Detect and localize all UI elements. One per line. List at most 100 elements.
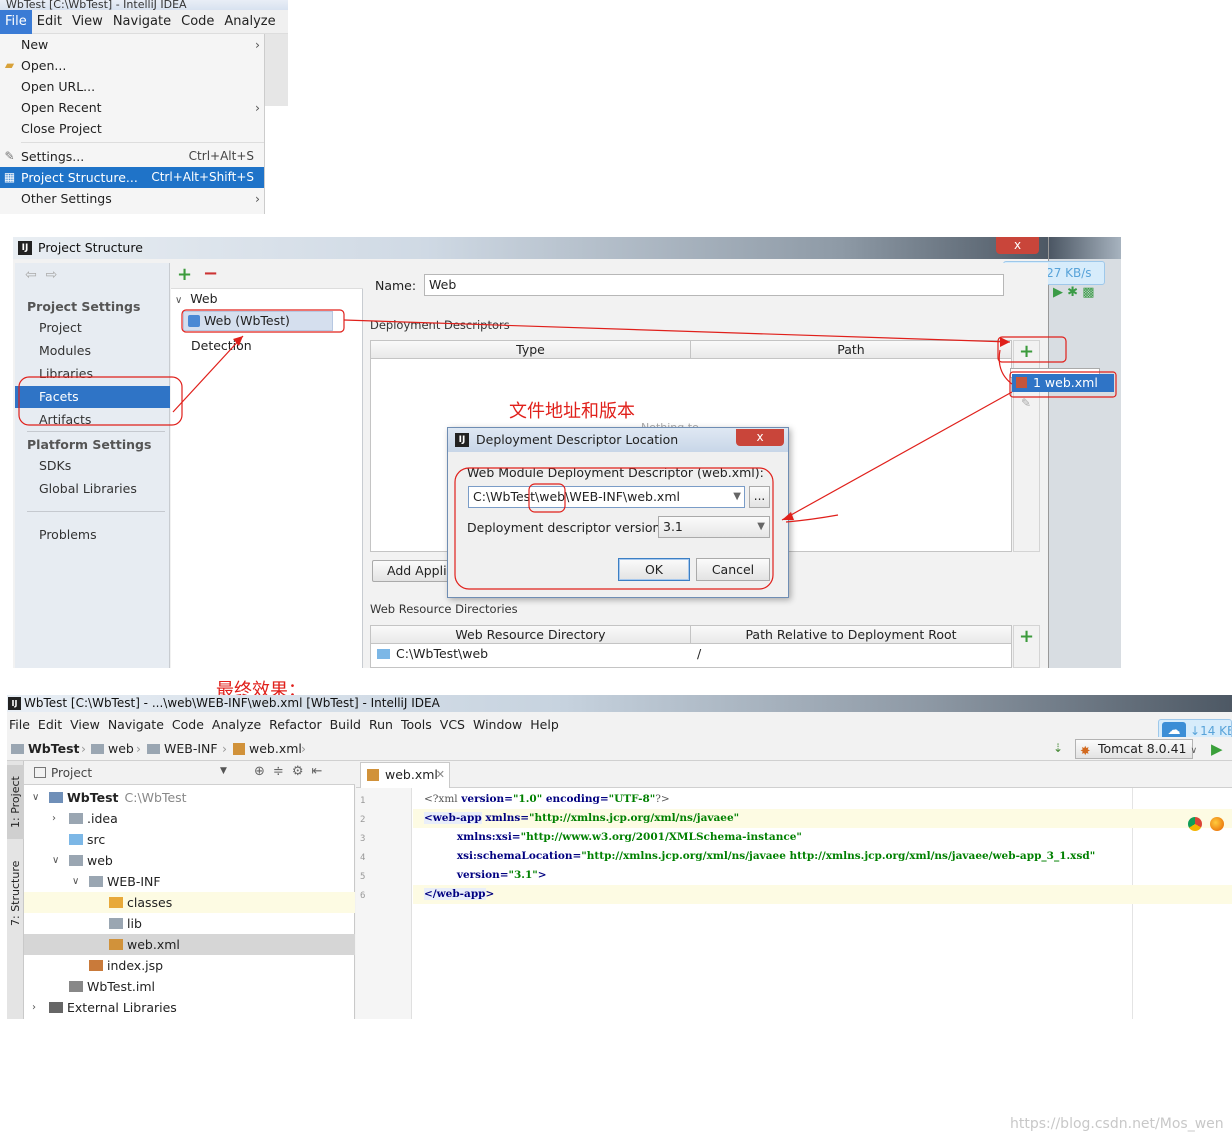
menu-build[interactable]: Build	[328, 712, 367, 737]
menu-item-other-settings[interactable]: Other Settings ›	[0, 188, 264, 209]
chevron-down-icon[interactable]: ∨	[32, 787, 39, 808]
nav-item-problems[interactable]: Problems	[15, 524, 170, 546]
popup-item-web-xml[interactable]: 1 web.xml	[1012, 374, 1114, 392]
col-web-resource-directory[interactable]: Web Resource Directory	[371, 626, 691, 644]
menu-tools[interactable]: Tools	[399, 712, 438, 737]
code-line[interactable]: </web-app>	[413, 885, 1232, 904]
cancel-button[interactable]: Cancel	[696, 558, 770, 581]
code-line[interactable]: version="3.1">	[413, 866, 1232, 885]
breadcrumb-web-xml[interactable]: web.xml	[233, 741, 302, 756]
nav-item-modules[interactable]: Modules	[15, 340, 170, 362]
chevron-right-icon[interactable]: ›	[32, 997, 36, 1018]
tool-tab-project[interactable]: 1: Project	[7, 765, 24, 839]
close-button[interactable]: x	[996, 237, 1039, 254]
tree-item[interactable]: ∨ WEB-INF	[24, 871, 355, 892]
run-icon[interactable]: ▶	[1211, 740, 1223, 758]
web-resource-dirs-table[interactable]: Web Resource Directory Path Relative to …	[370, 625, 1012, 668]
menu-file[interactable]: File	[7, 712, 36, 737]
tree-item[interactable]: classes	[24, 892, 355, 913]
debug-icon[interactable]: ✱	[1067, 285, 1078, 300]
facet-tree-root[interactable]: ∨ Web	[175, 291, 218, 306]
menu-navigate[interactable]: Navigate	[108, 10, 176, 34]
nav-item-artifacts[interactable]: Artifacts	[15, 409, 170, 431]
menu-item-new[interactable]: New ›	[0, 34, 264, 55]
chevron-down-icon[interactable]: ▼	[733, 487, 741, 507]
col-type[interactable]: Type	[371, 341, 691, 359]
chrome-icon[interactable]	[1188, 817, 1202, 831]
collapse-icon[interactable]: ≑	[273, 764, 292, 779]
menu-navigate[interactable]: Navigate	[106, 712, 170, 737]
menu-item-open-url[interactable]: Open URL...	[0, 76, 264, 97]
menu-refactor[interactable]: Refactor	[267, 712, 327, 737]
chevron-right-icon[interactable]: ›	[52, 808, 56, 829]
coverage-icon[interactable]: ▩	[1082, 285, 1094, 300]
tree-item[interactable]: ∨ WbTest C:\WbTest	[24, 787, 355, 808]
name-field[interactable]: Web	[424, 274, 1004, 296]
menu-code[interactable]: Code	[170, 712, 210, 737]
tree-item[interactable]: WbTest.iml	[24, 976, 355, 997]
tree-item[interactable]: src	[24, 829, 355, 850]
editor-tab-web-xml[interactable]: web.xml ✕	[360, 762, 450, 788]
edit-icon[interactable]: ✎	[1021, 396, 1031, 410]
nav-item-global-libraries[interactable]: Global Libraries	[15, 478, 170, 500]
chevron-down-icon[interactable]: ▼	[220, 766, 227, 776]
nav-item-sdks[interactable]: SDKs	[15, 455, 170, 477]
menu-vcs[interactable]: VCS	[438, 712, 471, 737]
remove-icon[interactable]: −	[203, 263, 218, 284]
menu-edit[interactable]: Edit	[32, 10, 67, 34]
menu-analyze[interactable]: Analyze	[219, 10, 280, 34]
add-descriptor-icon[interactable]: +	[1019, 341, 1034, 362]
sort-icon[interactable]: ⇣	[1053, 741, 1063, 755]
table-row[interactable]: C:\WbTest\web /	[371, 645, 1011, 663]
menu-run[interactable]: Run	[367, 712, 399, 737]
code-line[interactable]: <?xml version="1.0" encoding="UTF-8"?>	[413, 790, 1232, 809]
browse-button[interactable]: ...	[749, 486, 770, 508]
col-path[interactable]: Path	[691, 341, 1011, 359]
menu-item-open-recent[interactable]: Open Recent ›	[0, 97, 264, 118]
chevron-down-icon[interactable]: ∨	[52, 850, 59, 871]
menu-file[interactable]: File	[0, 10, 32, 34]
forward-arrow-icon[interactable]: ⇨	[46, 267, 58, 283]
close-icon[interactable]: ✕	[436, 763, 445, 787]
nav-item-project[interactable]: Project	[15, 317, 170, 339]
code-line[interactable]: xsi:schemaLocation="http://xmlns.jcp.org…	[413, 847, 1232, 866]
code-line[interactable]: <web-app xmlns="http://xmlns.jcp.org/xml…	[413, 809, 1232, 828]
tree-item[interactable]: web.xml	[24, 934, 355, 955]
menu-view[interactable]: View	[68, 712, 106, 737]
add-icon[interactable]: +	[177, 264, 192, 285]
firefox-icon[interactable]	[1210, 817, 1224, 831]
menu-item-close-project[interactable]: Close Project	[0, 118, 264, 139]
run-icon[interactable]: ▶	[1053, 285, 1063, 300]
menu-item-open[interactable]: ▰ Open...	[0, 55, 264, 76]
facet-web-wbtest[interactable]: Web (WbTest)	[183, 311, 333, 331]
col-path-relative[interactable]: Path Relative to Deployment Root	[691, 626, 1011, 644]
tree-item[interactable]: › External Libraries	[24, 997, 355, 1018]
menu-item-project-structure[interactable]: ▦ Project Structure... Ctrl+Alt+Shift+S	[0, 167, 264, 188]
menu-analyze[interactable]: Analyze	[210, 712, 267, 737]
back-arrow-icon[interactable]: ⇦	[25, 267, 37, 283]
breadcrumb-web[interactable]: web	[91, 741, 134, 756]
breadcrumb-wbtest[interactable]: WbTest	[11, 741, 80, 756]
nav-item-libraries[interactable]: Libraries	[15, 363, 170, 385]
code-line[interactable]: xmlns:xsi="http://www.w3.org/2001/XMLSch…	[413, 828, 1232, 847]
tree-item[interactable]: index.jsp	[24, 955, 355, 976]
menu-edit[interactable]: Edit	[36, 712, 68, 737]
menu-view[interactable]: View	[67, 10, 108, 34]
ok-button[interactable]: OK	[618, 558, 690, 581]
menu-window[interactable]: Window	[471, 712, 528, 737]
tool-tab-structure[interactable]: 7: Structure	[7, 853, 24, 933]
chevron-down-icon[interactable]: ∨	[72, 871, 79, 892]
project-view-label[interactable]: Project	[51, 766, 92, 780]
nav-item-facets[interactable]: Facets	[15, 386, 170, 408]
menu-item-settings[interactable]: ✎ Settings... Ctrl+Alt+S	[0, 146, 264, 167]
run-configuration-select[interactable]: ✸ Tomcat 8.0.41 ∨	[1075, 739, 1197, 759]
detection-item[interactable]: Detection	[191, 338, 252, 353]
menu-help[interactable]: Help	[528, 712, 565, 737]
descriptor-path-input[interactable]: C:\WbTest\web\WEB-INF\web.xml ▼	[468, 486, 745, 508]
tree-item[interactable]: ∨ web	[24, 850, 355, 871]
close-button[interactable]: x	[736, 429, 784, 446]
hide-icon[interactable]: ⇤	[311, 764, 330, 779]
gear-icon[interactable]: ⚙	[292, 764, 312, 779]
version-select[interactable]: 3.1 ▼	[658, 516, 770, 538]
tree-item[interactable]: › .idea	[24, 808, 355, 829]
